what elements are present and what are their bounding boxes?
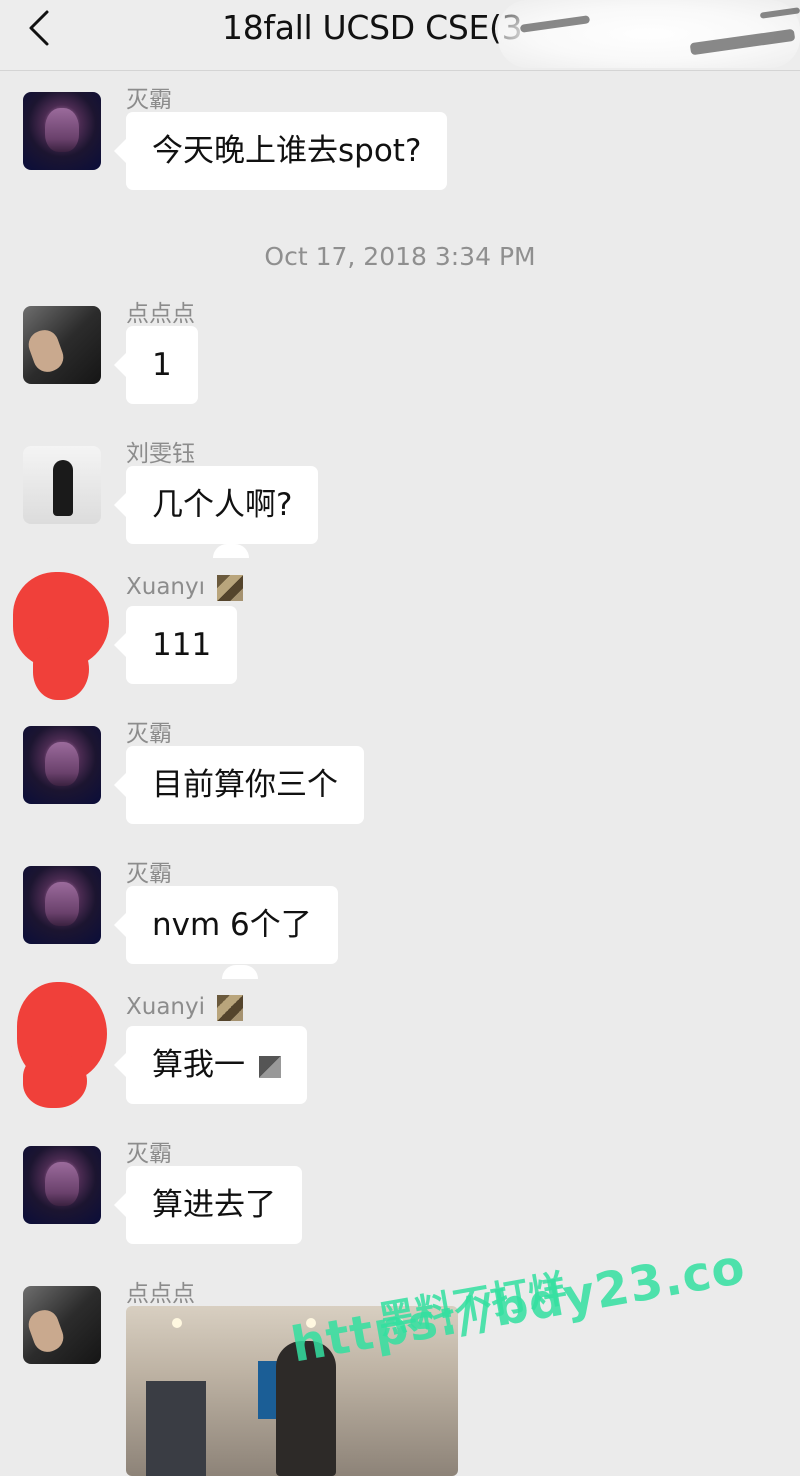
avatar[interactable]	[13, 572, 109, 700]
avatar[interactable]	[23, 866, 101, 944]
sender-badge-icon	[217, 994, 244, 1021]
avatar[interactable]	[23, 1146, 101, 1224]
sender-name: Xuanyi	[126, 994, 244, 1021]
avatar[interactable]	[23, 726, 101, 804]
bubble-notch	[222, 965, 258, 979]
sender-name: Xuanyı	[126, 574, 244, 601]
message-bubble[interactable]: 几个人啊?	[113, 466, 319, 544]
message-bubble[interactable]: 1	[114, 326, 198, 404]
avatar[interactable]	[17, 982, 107, 1108]
redaction-mark	[33, 636, 89, 700]
message-bubble[interactable]: 今天晚上谁去spot?	[113, 112, 448, 190]
avatar[interactable]	[23, 306, 101, 384]
back-button[interactable]	[20, 8, 60, 48]
sender-name: 点点点	[126, 301, 195, 327]
sender-badge-icon	[217, 574, 244, 601]
message-bubble[interactable]: 算我一	[114, 1026, 307, 1104]
chat-title: 18fall UCSD CSE(3	[222, 8, 523, 47]
photo-shelf	[146, 1381, 206, 1476]
sender-name: 灭霸	[126, 87, 172, 113]
timestamp: Oct 17, 2018 3:34 PM	[264, 242, 536, 271]
avatar[interactable]	[23, 1286, 101, 1364]
watermark-url: https://bdy23.co	[287, 1238, 750, 1374]
sender-name: 刘雯钰	[126, 441, 195, 467]
avatar[interactable]	[23, 92, 101, 170]
chevron-left-icon	[29, 10, 49, 46]
message-bubble[interactable]: 111	[113, 606, 238, 684]
message-bubble[interactable]: 算进去了	[114, 1166, 302, 1244]
ceiling-light	[172, 1318, 182, 1328]
sender-name: 灭霸	[126, 861, 172, 887]
bubble-notch	[213, 544, 249, 558]
sender-name: 灭霸	[126, 1141, 172, 1167]
message-bubble[interactable]: 目前算你三个	[114, 746, 364, 824]
message-bubble[interactable]: nvm 6个了	[114, 886, 338, 964]
sender-name: 灭霸	[126, 721, 172, 747]
redaction-mark	[23, 1052, 87, 1108]
partial-emoji-icon	[259, 1055, 281, 1078]
sender-name: 点点点	[126, 1281, 195, 1307]
avatar[interactable]	[23, 446, 101, 524]
